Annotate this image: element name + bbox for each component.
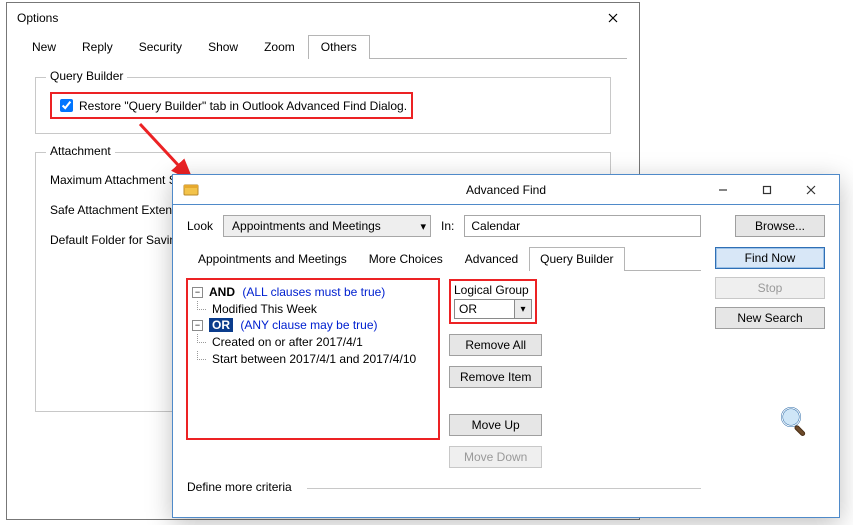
options-close-button[interactable] <box>593 4 633 32</box>
restore-qb-checkbox[interactable] <box>60 99 73 112</box>
remove-all-button[interactable]: Remove All <box>449 334 542 356</box>
tree-or-desc: (ANY clause may be true) <box>240 318 377 332</box>
logical-group-combo[interactable]: OR ▾ <box>454 299 532 319</box>
close-icon <box>608 13 618 23</box>
af-tabstrip: Appointments and Meetings More Choices A… <box>187 247 701 271</box>
remove-item-button[interactable]: Remove Item <box>449 366 542 388</box>
tree-or-keyword: OR <box>209 318 233 332</box>
tab-new[interactable]: New <box>19 35 69 59</box>
af-maximize-button[interactable] <box>745 176 789 204</box>
af-app-icon <box>183 182 199 198</box>
in-field[interactable]: Calendar <box>464 215 701 237</box>
tree-collapse-icon[interactable]: − <box>192 287 203 298</box>
tree-and-keyword: AND <box>209 285 235 299</box>
querybuilder-group: Query Builder Restore "Query Builder" ta… <box>35 77 611 134</box>
in-label: In: <box>441 219 454 233</box>
af-close-button[interactable] <box>789 176 833 204</box>
look-row: Look Appointments and Meetings ▾ In: Cal… <box>187 215 825 237</box>
querybuilder-legend: Query Builder <box>46 69 127 83</box>
tab-show[interactable]: Show <box>195 35 251 59</box>
new-search-button[interactable]: New Search <box>715 307 825 329</box>
options-title: Options <box>17 11 58 25</box>
tree-item-start[interactable]: Start between 2017/4/1 and 2017/4/10 <box>212 352 416 366</box>
chevron-down-icon: ▾ <box>421 220 427 233</box>
tab-reply[interactable]: Reply <box>69 35 126 59</box>
tree-item-modified[interactable]: Modified This Week <box>212 302 317 316</box>
look-label: Look <box>187 219 213 233</box>
tree-and-desc: (ALL clauses must be true) <box>242 285 385 299</box>
find-now-button[interactable]: Find Now <box>715 247 825 269</box>
attachment-legend: Attachment <box>46 144 115 158</box>
af-titlebar: Advanced Find <box>173 175 839 205</box>
query-tree[interactable]: − AND (ALL clauses must be true) Modifie… <box>187 279 439 439</box>
tree-item-created[interactable]: Created on or after 2017/4/1 <box>212 335 363 349</box>
browse-button[interactable]: Browse... <box>735 215 825 237</box>
advanced-find-window: Advanced Find Look Appointments and Meet… <box>172 174 840 518</box>
af-tab-advanced[interactable]: Advanced <box>454 247 529 271</box>
stop-button: Stop <box>715 277 825 299</box>
tree-collapse-icon[interactable]: − <box>192 320 203 331</box>
af-tab-appointments[interactable]: Appointments and Meetings <box>187 247 358 271</box>
chevron-down-icon: ▾ <box>514 300 531 318</box>
tab-security[interactable]: Security <box>126 35 195 59</box>
tab-others[interactable]: Others <box>308 35 370 59</box>
logical-group-value: OR <box>455 302 514 316</box>
af-tab-querybuilder[interactable]: Query Builder <box>529 247 624 271</box>
minimize-icon <box>718 185 728 195</box>
define-more-criteria: Define more criteria <box>187 480 701 494</box>
search-icon <box>777 403 811 437</box>
options-tabstrip: New Reply Security Show Zoom Others <box>19 35 627 59</box>
options-titlebar: Options <box>7 3 639 33</box>
tab-zoom[interactable]: Zoom <box>251 35 308 59</box>
af-tab-morechoices[interactable]: More Choices <box>358 247 454 271</box>
look-combo-value: Appointments and Meetings <box>232 219 381 233</box>
af-minimize-button[interactable] <box>701 176 745 204</box>
restore-qb-highlight: Restore "Query Builder" tab in Outlook A… <box>50 92 413 119</box>
move-down-button: Move Down <box>449 446 542 468</box>
maximize-icon <box>762 185 772 195</box>
close-icon <box>806 185 816 195</box>
look-combo[interactable]: Appointments and Meetings ▾ <box>223 215 431 237</box>
move-up-button[interactable]: Move Up <box>449 414 542 436</box>
logical-group-label: Logical Group <box>454 283 532 297</box>
logical-group-box: Logical Group OR ▾ <box>449 279 537 324</box>
restore-qb-label: Restore "Query Builder" tab in Outlook A… <box>79 99 407 113</box>
